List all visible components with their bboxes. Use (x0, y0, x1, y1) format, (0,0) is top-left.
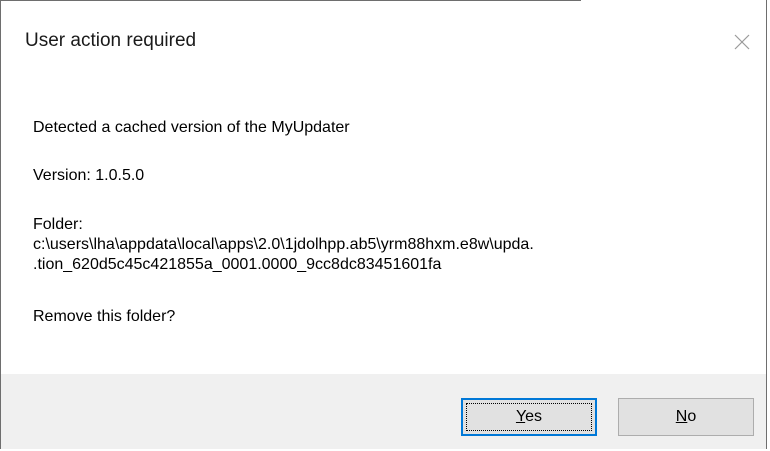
button-bar: Yes No (1, 374, 766, 449)
message-area: Detected a cached version of the MyUpdat… (1, 80, 766, 374)
no-mnemonic: N (675, 408, 688, 425)
no-button[interactable]: No (618, 398, 754, 436)
close-button[interactable] (722, 22, 762, 62)
folder-label: Folder: (33, 216, 83, 233)
folder-path-line-2: .tion_620d5c45c421855a_0001.0000_9cc8dc8… (33, 256, 442, 273)
detected-message: Detected a cached version of the MyUpdat… (33, 119, 350, 136)
title-bar: User action required (1, 0, 766, 80)
dialog-window: User action required Detected a cached v… (0, 0, 767, 449)
close-icon (734, 34, 750, 50)
no-button-label: No (676, 408, 696, 426)
version-text: Version: 1.0.5.0 (33, 167, 145, 184)
focus-ring (466, 403, 592, 431)
dialog-title: User action required (25, 30, 197, 51)
remove-question: Remove this folder? (33, 308, 176, 325)
folder-path-line-1: c:\users\lha\appdata\local\apps\2.0\1jdo… (33, 236, 534, 253)
no-label-rest: o (687, 408, 697, 425)
yes-button[interactable]: Yes (461, 398, 597, 436)
